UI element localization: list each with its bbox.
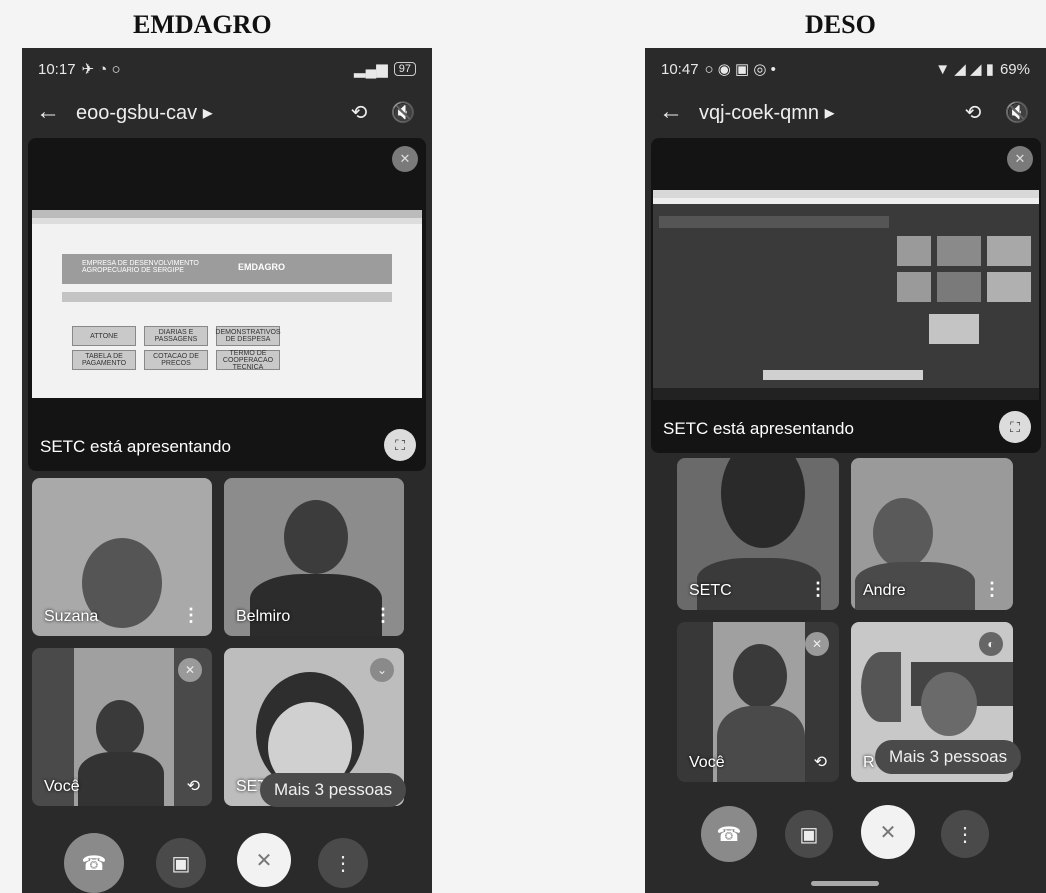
participant-name: Belmiro bbox=[236, 608, 291, 625]
fullscreen-icon[interactable]: ⛶ bbox=[999, 411, 1031, 443]
participant-tile-suzana[interactable]: Suzana ⋮ bbox=[32, 478, 212, 636]
site-brand: EMDAGRO bbox=[238, 262, 285, 272]
mic-off-icon: ✕ bbox=[255, 849, 273, 872]
mic-off-icon: ✕ bbox=[178, 658, 202, 682]
label-deso: DESO bbox=[805, 10, 876, 39]
site-box: ATTONE bbox=[72, 326, 136, 346]
participant-tile-setc[interactable]: SETC ⋮ bbox=[677, 458, 839, 610]
more-options-icon[interactable]: ⋮ bbox=[374, 605, 392, 626]
notification-icons: ○ ◉ ▣ ◎ • bbox=[704, 61, 776, 78]
battery-indicator: 97 bbox=[393, 62, 416, 76]
participant-tile-andre[interactable]: Andre ⋮ bbox=[851, 458, 1013, 610]
more-options-button[interactable]: ⋮ bbox=[941, 810, 989, 858]
video-toggle-button[interactable]: ▣ bbox=[785, 810, 833, 858]
status-time: 10:17 bbox=[38, 60, 76, 78]
video-icon: ▣ bbox=[171, 852, 191, 875]
site-header: EMPRESA DE DESENVOLVIMENTO AGROPECUARIO … bbox=[62, 254, 392, 284]
camera-switch-icon[interactable]: ⟲ bbox=[187, 776, 200, 796]
participant-name: Suzana bbox=[44, 608, 99, 625]
mic-off-icon: ✕ bbox=[805, 632, 829, 656]
participant-tile-belmiro[interactable]: Belmiro ⋮ bbox=[224, 478, 404, 636]
site-box: TERMO DE COOPERACAO TECNICA bbox=[216, 350, 280, 371]
shared-screen bbox=[653, 190, 1039, 400]
home-indicator[interactable] bbox=[811, 881, 879, 886]
more-options-icon[interactable]: ⋮ bbox=[983, 579, 1001, 600]
participant-name: Andre bbox=[863, 582, 906, 599]
mic-toggle-button[interactable]: ✕ bbox=[237, 833, 291, 887]
site-box: TABELA DE PAGAMENTO bbox=[72, 350, 136, 370]
mic-toggle-button[interactable]: ✕ bbox=[861, 805, 915, 859]
back-arrow-icon[interactable]: ← bbox=[36, 98, 62, 126]
more-vertical-icon: ⋮ bbox=[333, 852, 353, 875]
presentation-tile[interactable]: ✕ SETC está apresentando ⛶ bbox=[651, 138, 1041, 453]
speaker-off-icon[interactable]: 🔇 bbox=[388, 100, 418, 125]
participant-tile-voce[interactable]: ✕ Você ⟲ bbox=[32, 648, 212, 806]
camera-switch-icon[interactable]: ⟲ bbox=[814, 752, 827, 772]
more-options-icon[interactable]: ⋮ bbox=[182, 605, 200, 626]
mic-off-icon: ✕ bbox=[1007, 146, 1033, 172]
meeting-top-bar: ← vqj-coek-qmn ▸ ⟲ 🔇 bbox=[645, 90, 1046, 134]
status-bar: 10:17 ✈ ◔ ○ ▂▄▆ 97 bbox=[22, 48, 432, 90]
phone-left: 10:17 ✈ ◔ ○ ▂▄▆ 97 ← eoo-gsbu-cav ▸ ⟲ 🔇 … bbox=[22, 48, 432, 893]
phone-icon: ☎ bbox=[716, 823, 742, 846]
mic-off-icon: ✕ bbox=[392, 146, 418, 172]
participant-tile-voce[interactable]: ✕ Você ⟲ bbox=[677, 622, 839, 782]
participant-name: SETC bbox=[689, 582, 732, 599]
presenting-label: SETC está apresentando bbox=[40, 437, 231, 456]
fullscreen-icon[interactable]: ⛶ bbox=[384, 429, 416, 461]
chevron-icon: ◐ bbox=[979, 632, 1003, 656]
chevron-down-icon: ⌄ bbox=[370, 658, 394, 682]
site-box: DIARIAS E PASSAGENS bbox=[144, 326, 208, 346]
phone-right: 10:47 ○ ◉ ▣ ◎ • ▼ ◢ ◢ ▮ 69% ← vqj-coek-q… bbox=[645, 48, 1046, 893]
status-time: 10:47 bbox=[661, 60, 699, 78]
status-bar: 10:47 ○ ◉ ▣ ◎ • ▼ ◢ ◢ ▮ 69% bbox=[645, 48, 1046, 90]
video-toggle-button[interactable]: ▣ bbox=[156, 838, 206, 888]
phone-icon: ☎ bbox=[81, 852, 107, 875]
label-emdagro: EMDAGRO bbox=[133, 10, 272, 39]
signal-icon: ▂▄▆ bbox=[354, 61, 388, 78]
more-vertical-icon: ⋮ bbox=[955, 823, 975, 846]
meeting-top-bar: ← eoo-gsbu-cav ▸ ⟲ 🔇 bbox=[22, 90, 432, 134]
camera-flip-icon[interactable]: ⟲ bbox=[344, 100, 374, 125]
shared-screen: EMPRESA DE DESENVOLVIMENTO AGROPECUARIO … bbox=[32, 210, 422, 398]
more-options-icon[interactable]: ⋮ bbox=[809, 579, 827, 600]
site-box: DEMONSTRATIVOS DE DESPESA bbox=[215, 326, 281, 346]
hang-up-button[interactable]: ☎ bbox=[64, 833, 124, 893]
speaker-off-icon[interactable]: 🔇 bbox=[1002, 100, 1032, 125]
camera-flip-icon[interactable]: ⟲ bbox=[958, 100, 988, 125]
mic-off-icon: ✕ bbox=[879, 821, 897, 844]
presentation-tile[interactable]: ✕ EMPRESA DE DESENVOLVIMENTO AGROPECUARI… bbox=[28, 138, 426, 471]
hang-up-button[interactable]: ☎ bbox=[701, 806, 757, 862]
site-box: COTACAO DE PRECOS bbox=[144, 350, 208, 370]
video-icon: ▣ bbox=[799, 823, 819, 846]
notification-icons: ✈ ◔ ○ bbox=[81, 61, 121, 78]
more-options-button[interactable]: ⋮ bbox=[318, 838, 368, 888]
presenting-label: SETC está apresentando bbox=[663, 419, 854, 438]
back-arrow-icon[interactable]: ← bbox=[659, 98, 685, 126]
battery-indicator: 69% bbox=[999, 60, 1030, 78]
more-people-chip[interactable]: Mais 3 pessoas bbox=[260, 773, 407, 807]
participant-name: Você bbox=[689, 754, 725, 771]
meeting-code[interactable]: vqj-coek-qmn ▸ bbox=[699, 100, 944, 125]
participant-name: Você bbox=[44, 778, 80, 795]
meeting-code[interactable]: eoo-gsbu-cav ▸ bbox=[76, 100, 330, 125]
signal-icon: ▼ ◢ ◢ ▮ bbox=[935, 61, 994, 78]
participant-name: R bbox=[863, 754, 875, 771]
more-people-chip[interactable]: Mais 3 pessoas bbox=[875, 740, 1022, 774]
site-menu bbox=[62, 292, 392, 302]
